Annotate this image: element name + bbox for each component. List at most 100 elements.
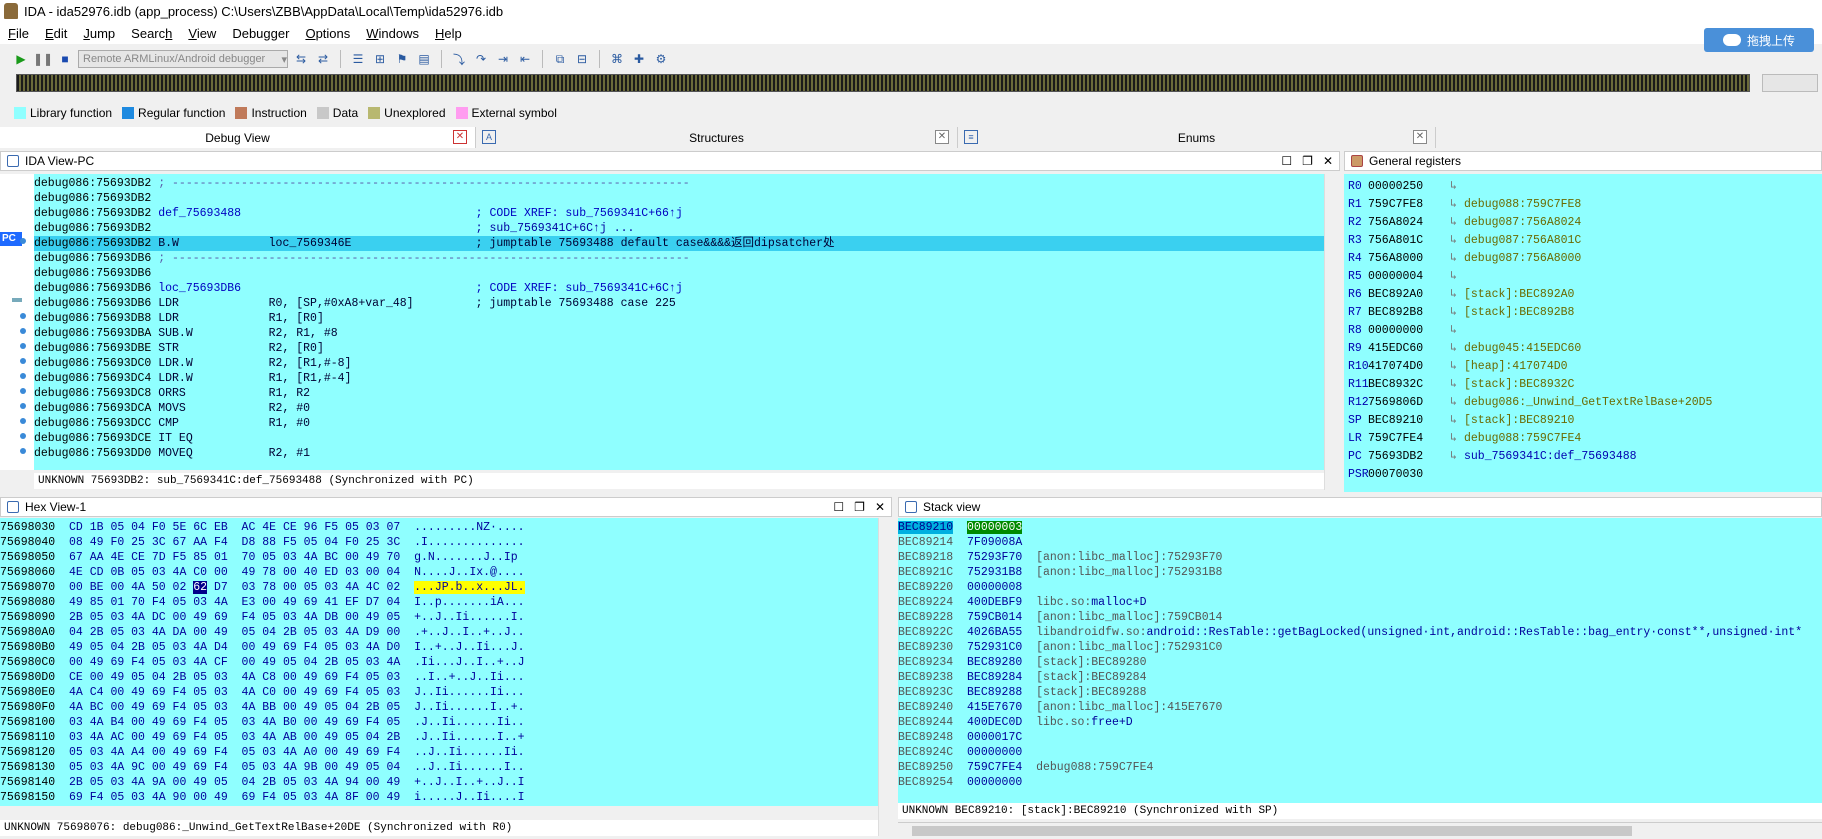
menu-item[interactable]: Help — [427, 26, 470, 41]
register-target[interactable]: [stack]:BEC892A0 — [1464, 286, 1574, 304]
code-line[interactable]: debug086:75693DC0 LDR.W R2, [R1,#-8] — [34, 356, 1324, 371]
stack-value[interactable]: 00000003 — [967, 521, 1023, 534]
stack-row[interactable]: BEC89214 7F09008A — [898, 535, 1822, 550]
step-over-icon[interactable]: ↷ — [472, 50, 490, 68]
register-value[interactable]: 415EDC60 — [1368, 340, 1450, 358]
code-line[interactable]: debug086:75693DC8 ORRS R1, R2 — [34, 386, 1324, 401]
register-row[interactable]: R8 00000000 ↳ — [1344, 322, 1822, 340]
ida-view-scrollbar[interactable] — [1324, 174, 1338, 490]
register-value[interactable]: 00070030 — [1368, 466, 1450, 484]
stack-comment[interactable]: [stack]:BEC89280 — [1036, 656, 1146, 669]
hex-row[interactable]: 75698110 03 4A AC 00 49 69 F4 05 03 4A A… — [0, 730, 880, 745]
stack-row[interactable]: BEC89230 752931C0 [anon:libc_malloc]:752… — [898, 640, 1822, 655]
register-row[interactable]: PSR 00070030 — [1344, 466, 1822, 484]
stack-comment[interactable]: [anon:libc_malloc]:759CB014 — [1036, 611, 1222, 624]
register-row[interactable]: R2 756A8024 ↳ debug087:756A8024 — [1344, 214, 1822, 232]
attach-process-icon[interactable]: ⇆ — [292, 50, 310, 68]
register-value[interactable]: 00000250 — [1368, 178, 1450, 196]
stack-comment[interactable]: [stack]:BEC89284 — [1036, 671, 1146, 684]
register-value[interactable]: 759C7FE8 — [1368, 196, 1450, 214]
code-gutter[interactable]: PC — [0, 174, 34, 470]
stack-value[interactable]: 4026BA55 — [967, 626, 1022, 639]
jump-arrow-icon[interactable]: ↳ — [1450, 394, 1464, 412]
stack-comment[interactable]: libc.so: — [1036, 716, 1091, 729]
jump-arrow-icon[interactable]: ↳ — [1450, 232, 1464, 250]
hex-row[interactable]: 75698070 00 BE 00 4A 50 02 62 D7 03 78 0… — [0, 580, 880, 595]
code-line[interactable]: debug086:75693DBA SUB.W R2, R1, #8 — [34, 326, 1324, 341]
code-line[interactable]: debug086:75693DB2 ; sub_7569341C+6C↑j ..… — [34, 221, 1324, 236]
stack-row[interactable]: BEC89248 0000017C — [898, 730, 1822, 745]
register-value[interactable]: BEC8932C — [1368, 376, 1450, 394]
register-row[interactable]: R7 BEC892B8 ↳ [stack]:BEC892B8 — [1344, 304, 1822, 322]
modules-icon[interactable]: ⊞ — [371, 50, 389, 68]
jump-arrow-icon[interactable]: ↳ — [1450, 250, 1464, 268]
register-row[interactable]: R0 00000250 ↳ — [1344, 178, 1822, 196]
minimize-icon[interactable]: ☐ — [1281, 154, 1292, 168]
stack-comment[interactable]: debug088:759C7FE4 — [1036, 761, 1153, 774]
register-value[interactable]: 00000000 — [1368, 322, 1450, 340]
stack-value[interactable]: 00000008 — [967, 581, 1022, 594]
menu-item[interactable]: Search — [123, 26, 180, 41]
register-value[interactable]: 756A801C — [1368, 232, 1450, 250]
register-row[interactable]: LR 759C7FE4 ↳ debug088:759C7FE4 — [1344, 430, 1822, 448]
minimize-icon[interactable]: ☐ — [833, 500, 844, 514]
add-breakpoint-icon[interactable]: ✚ — [630, 50, 648, 68]
stack-value[interactable]: 415E7670 — [967, 701, 1022, 714]
register-value[interactable]: BEC89210 — [1368, 412, 1450, 430]
register-value[interactable]: BEC892A0 — [1368, 286, 1450, 304]
jump-arrow-icon[interactable]: ↳ — [1450, 178, 1464, 196]
hex-row[interactable]: 75698060 4E CD 0B 05 03 4A C0 00 49 78 0… — [0, 565, 880, 580]
hex-row[interactable]: 75698150 69 F4 05 03 4A 90 00 49 69 F4 0… — [0, 790, 880, 805]
register-target[interactable]: debug045:415EDC60 — [1464, 340, 1581, 358]
register-value[interactable]: 759C7FE4 — [1368, 430, 1450, 448]
stack-comment[interactable]: [anon:libc_malloc]:752931C0 — [1036, 641, 1222, 654]
stack-value[interactable]: 752931B8 — [967, 566, 1022, 579]
debugger-select[interactable]: Remote ARMLinux/Android debugger ▾ — [78, 50, 288, 68]
code-line[interactable]: debug086:75693DB8 LDR R1, [R0] — [34, 311, 1324, 326]
hex-cursor-byte[interactable]: 62 — [193, 581, 208, 594]
trace-icon[interactable]: ▤ — [415, 50, 433, 68]
stack-row[interactable]: BEC8921C 752931B8 [anon:libc_malloc]:752… — [898, 565, 1822, 580]
code-line[interactable]: debug086:75693DCE IT EQ — [34, 431, 1324, 446]
threads-icon[interactable]: ☰ — [349, 50, 367, 68]
close-icon[interactable]: ✕ — [453, 130, 467, 144]
hex-row[interactable]: 75698080 49 85 01 70 F4 05 03 4A E3 00 4… — [0, 595, 880, 610]
register-row[interactable]: R6 BEC892A0 ↳ [stack]:BEC892A0 — [1344, 286, 1822, 304]
register-row[interactable]: PC 75693DB2 ↳ sub_7569341C:def_75693488 — [1344, 448, 1822, 466]
hex-row[interactable]: 756980A0 04 2B 05 03 4A DA 00 49 05 04 2… — [0, 625, 880, 640]
register-row[interactable]: R5 00000004 ↳ — [1344, 268, 1822, 286]
code-line[interactable]: debug086:75693DBE STR R2, [R0] — [34, 341, 1324, 356]
register-row[interactable]: SP BEC89210 ↳ [stack]:BEC89210 — [1344, 412, 1822, 430]
stack-value[interactable]: 400DEBF9 — [967, 596, 1022, 609]
register-row[interactable]: R4 756A8000 ↳ debug087:756A8000 — [1344, 250, 1822, 268]
hex-row[interactable]: 75698040 08 49 F0 25 3C 67 AA F4 D8 88 F… — [0, 535, 880, 550]
register-row[interactable]: R10 417074D0 ↳ [heap]:417074D0 — [1344, 358, 1822, 376]
tab-debug-view[interactable]: Debug View ✕ — [0, 127, 476, 148]
jump-arrow-icon[interactable]: ↳ — [1450, 358, 1464, 376]
tracing-icon[interactable]: ⚙ — [652, 50, 670, 68]
jump-arrow-icon[interactable]: ↳ — [1450, 286, 1464, 304]
stack-row[interactable]: BEC89228 759CB014 [anon:libc_malloc]:759… — [898, 610, 1822, 625]
breakpoint-dot-icon[interactable] — [20, 343, 26, 349]
breakpoint-dot-icon[interactable] — [20, 328, 26, 334]
stack-comment[interactable]: libandroidfw.so: — [1036, 626, 1146, 639]
hex-row[interactable]: 756980F0 4A BC 00 49 69 F4 05 03 4A BB 0… — [0, 700, 880, 715]
stack-view-hscrollbar[interactable] — [898, 822, 1822, 839]
stack-row[interactable]: BEC89254 00000000 — [898, 775, 1822, 790]
pause-process-icon[interactable]: ❚❚ — [33, 50, 53, 68]
menu-item[interactable]: Windows — [358, 26, 427, 41]
breakpoint-dot-icon[interactable] — [20, 448, 26, 454]
code-line[interactable]: debug086:75693DC4 LDR.W R1, [R1,#-4] — [34, 371, 1324, 386]
code-line[interactable]: debug086:75693DB6 — [34, 266, 1324, 281]
register-value[interactable]: 75693DB2 — [1368, 448, 1450, 466]
register-target[interactable]: [stack]:BEC8932C — [1464, 376, 1574, 394]
stack-row[interactable]: BEC89238 BEC89284 [stack]:BEC89284 — [898, 670, 1822, 685]
text-view-icon[interactable]: ⊟ — [573, 50, 591, 68]
register-value[interactable]: 756A8000 — [1368, 250, 1450, 268]
menu-item[interactable]: View — [180, 26, 224, 41]
detach-process-icon[interactable]: ⇄ — [314, 50, 332, 68]
stack-row[interactable]: BEC89210 00000003 — [898, 520, 1822, 535]
menu-item[interactable]: Jump — [75, 26, 123, 41]
register-target[interactable]: [heap]:417074D0 — [1464, 358, 1568, 376]
code-line[interactable]: debug086:75693DCA MOVS R2, #0 — [34, 401, 1324, 416]
